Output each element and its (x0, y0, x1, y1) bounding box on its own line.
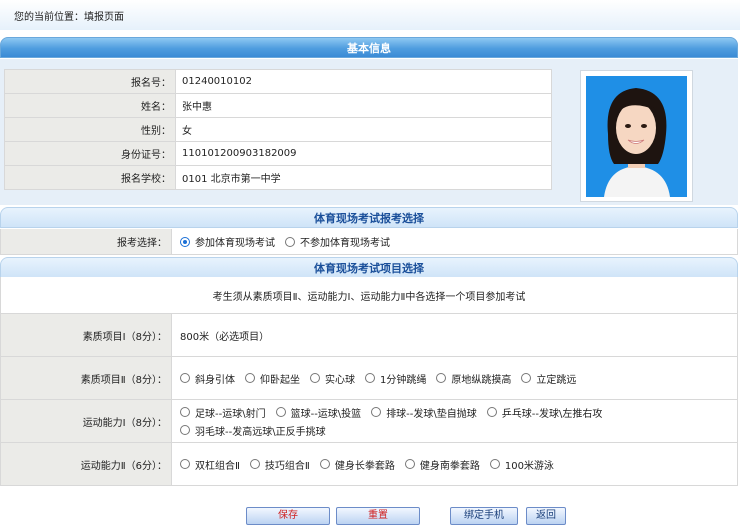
field-label: 姓名： (4, 93, 176, 118)
radio-label: 健身南拳套路 (419, 460, 480, 472)
radio-label: 立定跳远 (536, 374, 577, 386)
radio-option-attend[interactable]: 参加体育现场考试 (180, 234, 275, 249)
radio-option-quality2[interactable]: 1分钟跳绳 (365, 371, 426, 386)
radio-button[interactable] (275, 407, 286, 417)
save-button[interactable]: 保存 (246, 507, 330, 525)
radio-button[interactable] (365, 373, 375, 383)
ability2-row: 运动能力Ⅱ（6分）： 双杠组合Ⅱ 技巧组合Ⅱ 健身长拳套路 健身南拳套路 100… (0, 443, 738, 486)
radio-button[interactable] (180, 407, 190, 417)
table-row: 报名学校： 0101 北京市第一中学 (4, 165, 552, 190)
radio-button[interactable] (180, 459, 190, 469)
radio-button[interactable] (180, 425, 190, 435)
exam-notice: 考生须从素质项目Ⅱ、运动能力Ⅰ、运动能力Ⅱ中各选择一个项目参加考试 (0, 277, 738, 314)
radio-label: 不参加体育现场考试 (300, 238, 390, 249)
quality1-value: 800米（必选项目） (180, 331, 270, 343)
radio-option-quality2[interactable]: 实心球 (310, 371, 355, 386)
field-label: 素质项目Ⅰ（8分）： (1, 314, 172, 356)
radio-label: 实心球 (325, 374, 355, 386)
field-value: 张中惠 (175, 93, 552, 118)
field-label: 性别： (4, 117, 176, 142)
radio-label: 足球--运球\射门 (195, 408, 266, 420)
back-button[interactable]: 返回 (526, 507, 566, 525)
radio-option-quality2[interactable]: 仰卧起坐 (245, 371, 300, 386)
radio-button[interactable] (180, 373, 190, 383)
table-row: 报名号： 01240010102 (4, 69, 552, 94)
field-value: 0101 北京市第一中学 (175, 165, 552, 190)
section-exam-items-header: 体育现场考试项目选择 (0, 257, 738, 278)
radio-button[interactable] (310, 373, 320, 383)
field-label: 身份证号： (4, 141, 176, 166)
radio-option-quality2[interactable]: 立定跳远 (521, 371, 576, 386)
table-row: 姓名： 张中惠 (4, 93, 552, 118)
radio-button[interactable] (486, 407, 497, 417)
field-label: 运动能力Ⅰ（8分）： (1, 400, 172, 442)
field-label: 报名学校： (4, 165, 176, 190)
field-value: 110101200903182009 (175, 141, 552, 166)
radio-option-ability1[interactable]: 羽毛球--发高远球\正反手挑球 (180, 423, 326, 438)
student-photo (586, 76, 687, 197)
radio-button[interactable] (489, 459, 500, 469)
radio-button[interactable] (436, 373, 447, 383)
field-label: 报名号： (4, 69, 176, 94)
radio-button[interactable] (521, 373, 532, 383)
radio-button[interactable] (404, 459, 415, 469)
radio-option-ability2[interactable]: 健身南拳套路 (404, 457, 480, 472)
radio-option-ability2[interactable]: 技巧组合Ⅱ (249, 457, 310, 472)
quality2-row: 素质项目Ⅱ（8分）： 斜身引体 仰卧起坐 实心球 1分钟跳绳 原地纵跳摸高 立定… (0, 357, 738, 400)
student-photo-frame (580, 70, 693, 202)
radio-button[interactable] (371, 407, 382, 417)
radio-option-ability1[interactable]: 排球--发球\垫自抛球 (371, 405, 477, 420)
radio-option-ability1[interactable]: 篮球--运球\投篮 (275, 405, 362, 420)
radio-option-ability1[interactable]: 乒乓球--发球\左推右攻 (486, 405, 603, 420)
radio-option-quality2[interactable]: 斜身引体 (180, 371, 235, 386)
radio-label: 乒乓球--发球\左推右攻 (501, 408, 603, 420)
radio-option-not-attend[interactable]: 不参加体育现场考试 (285, 234, 390, 249)
reset-button[interactable]: 重置 (336, 507, 420, 525)
field-label: 运动能力Ⅱ（6分）： (1, 443, 172, 485)
ability1-row: 运动能力Ⅰ（8分）： 足球--运球\射门 篮球--运球\投篮 排球--发球\垫自… (0, 400, 738, 443)
radio-option-ability2[interactable]: 100米游泳 (489, 457, 554, 472)
bind-phone-button[interactable]: 绑定手机 (450, 507, 518, 525)
portrait-image (586, 76, 687, 197)
radio-option-ability2[interactable]: 双杠组合Ⅱ (180, 457, 240, 472)
radio-option-ability1[interactable]: 足球--运球\射门 (180, 405, 266, 420)
radio-button[interactable] (319, 459, 330, 469)
radio-label: 斜身引体 (195, 374, 235, 386)
field-value: 01240010102 (175, 69, 552, 94)
breadcrumb: 您的当前位置：填报页面 (0, 0, 740, 30)
radio-label: 羽毛球--发高远球\正反手挑球 (195, 426, 326, 438)
radio-label: 篮球--运球\投篮 (290, 408, 362, 420)
field-label: 素质项目Ⅱ（8分）： (1, 357, 172, 399)
radio-label: 双杠组合Ⅱ (195, 460, 240, 472)
table-row: 身份证号： 110101200903182009 (4, 141, 552, 166)
radio-option-ability2[interactable]: 健身长拳套路 (319, 457, 395, 472)
quality1-row: 素质项目Ⅰ（8分）： 800米（必选项目） (0, 314, 738, 357)
radio-label: 参加体育现场考试 (195, 238, 275, 249)
radio-label: 100米游泳 (504, 460, 554, 472)
radio-label: 排球--发球\垫自抛球 (386, 408, 477, 420)
radio-label: 1分钟跳绳 (380, 374, 427, 386)
radio-label: 原地纵跳摸高 (451, 374, 512, 386)
basic-info-table: 报名号： 01240010102 姓名： 张中惠 性别： 女 身份证号： 110… (4, 69, 552, 190)
exam-choice-row: 报考选择： 参加体育现场考试 不参加体育现场考试 (0, 229, 738, 255)
radio-label: 健身长拳套路 (334, 460, 395, 472)
field-value: 女 (175, 117, 552, 142)
table-row: 性别： 女 (4, 117, 552, 142)
radio-button[interactable] (285, 236, 295, 247)
radio-button[interactable] (249, 459, 260, 469)
radio-option-quality2[interactable]: 原地纵跳摸高 (436, 371, 511, 386)
radio-button[interactable] (245, 373, 255, 383)
radio-label: 仰卧起坐 (260, 374, 300, 386)
radio-button[interactable] (180, 236, 190, 247)
radio-label: 技巧组合Ⅱ (264, 460, 310, 472)
section-exam-choice-header: 体育现场考试报考选择 (0, 207, 738, 228)
field-label: 报考选择： (1, 229, 172, 254)
section-basic-header: 基本信息 (0, 37, 738, 58)
